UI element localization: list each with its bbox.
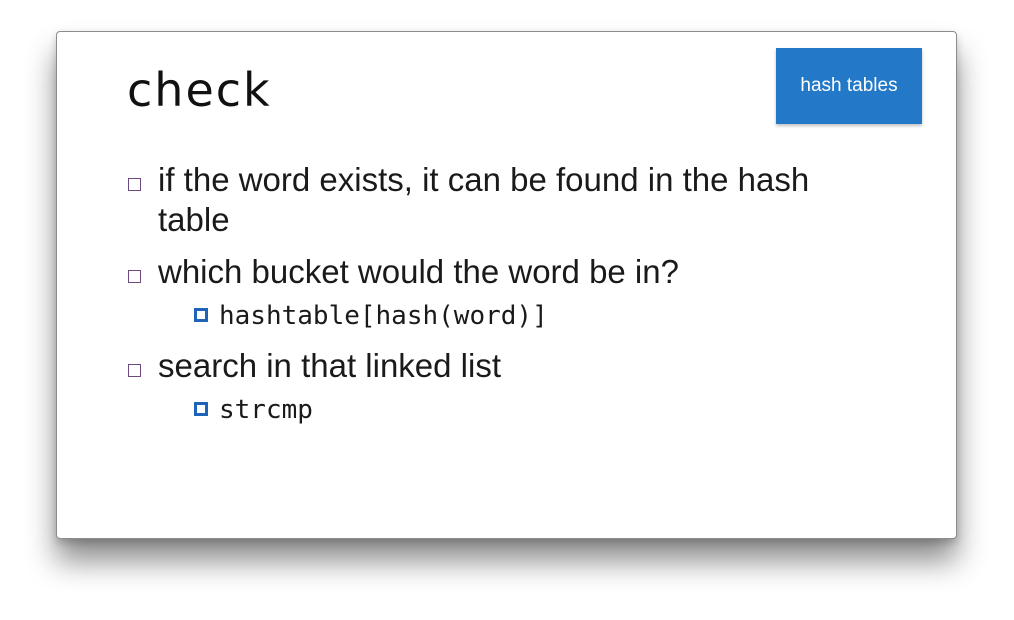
slide: check hash tables if the word exists, it…: [56, 31, 957, 539]
bullet-text: which bucket would the word be in?: [158, 253, 679, 290]
sub-bullet-box-icon: [194, 308, 208, 322]
sub-bullet-box-icon: [194, 402, 208, 416]
sub-bullet-text: strcmp: [219, 395, 313, 425]
bullet-item: if the word exists, it can be found in t…: [127, 160, 887, 240]
bullet-text: if the word exists, it can be found in t…: [158, 161, 810, 238]
sub-bullet-text: hashtable[hash(word)]: [219, 301, 548, 331]
bullet-box-icon: [128, 364, 141, 377]
bullet-item: which bucket would the word be in? hasht…: [127, 252, 887, 334]
bullet-box-icon: [128, 270, 141, 283]
topic-tag: hash tables: [776, 48, 922, 124]
slide-title: check: [127, 63, 272, 117]
sub-bullet-item: strcmp: [158, 392, 887, 428]
bullet-text: search in that linked list: [158, 347, 502, 384]
bullet-list: if the word exists, it can be found in t…: [127, 160, 887, 440]
bullet-item: search in that linked list strcmp: [127, 346, 887, 428]
bullet-box-icon: [128, 178, 141, 191]
sub-bullet-item: hashtable[hash(word)]: [158, 298, 887, 334]
